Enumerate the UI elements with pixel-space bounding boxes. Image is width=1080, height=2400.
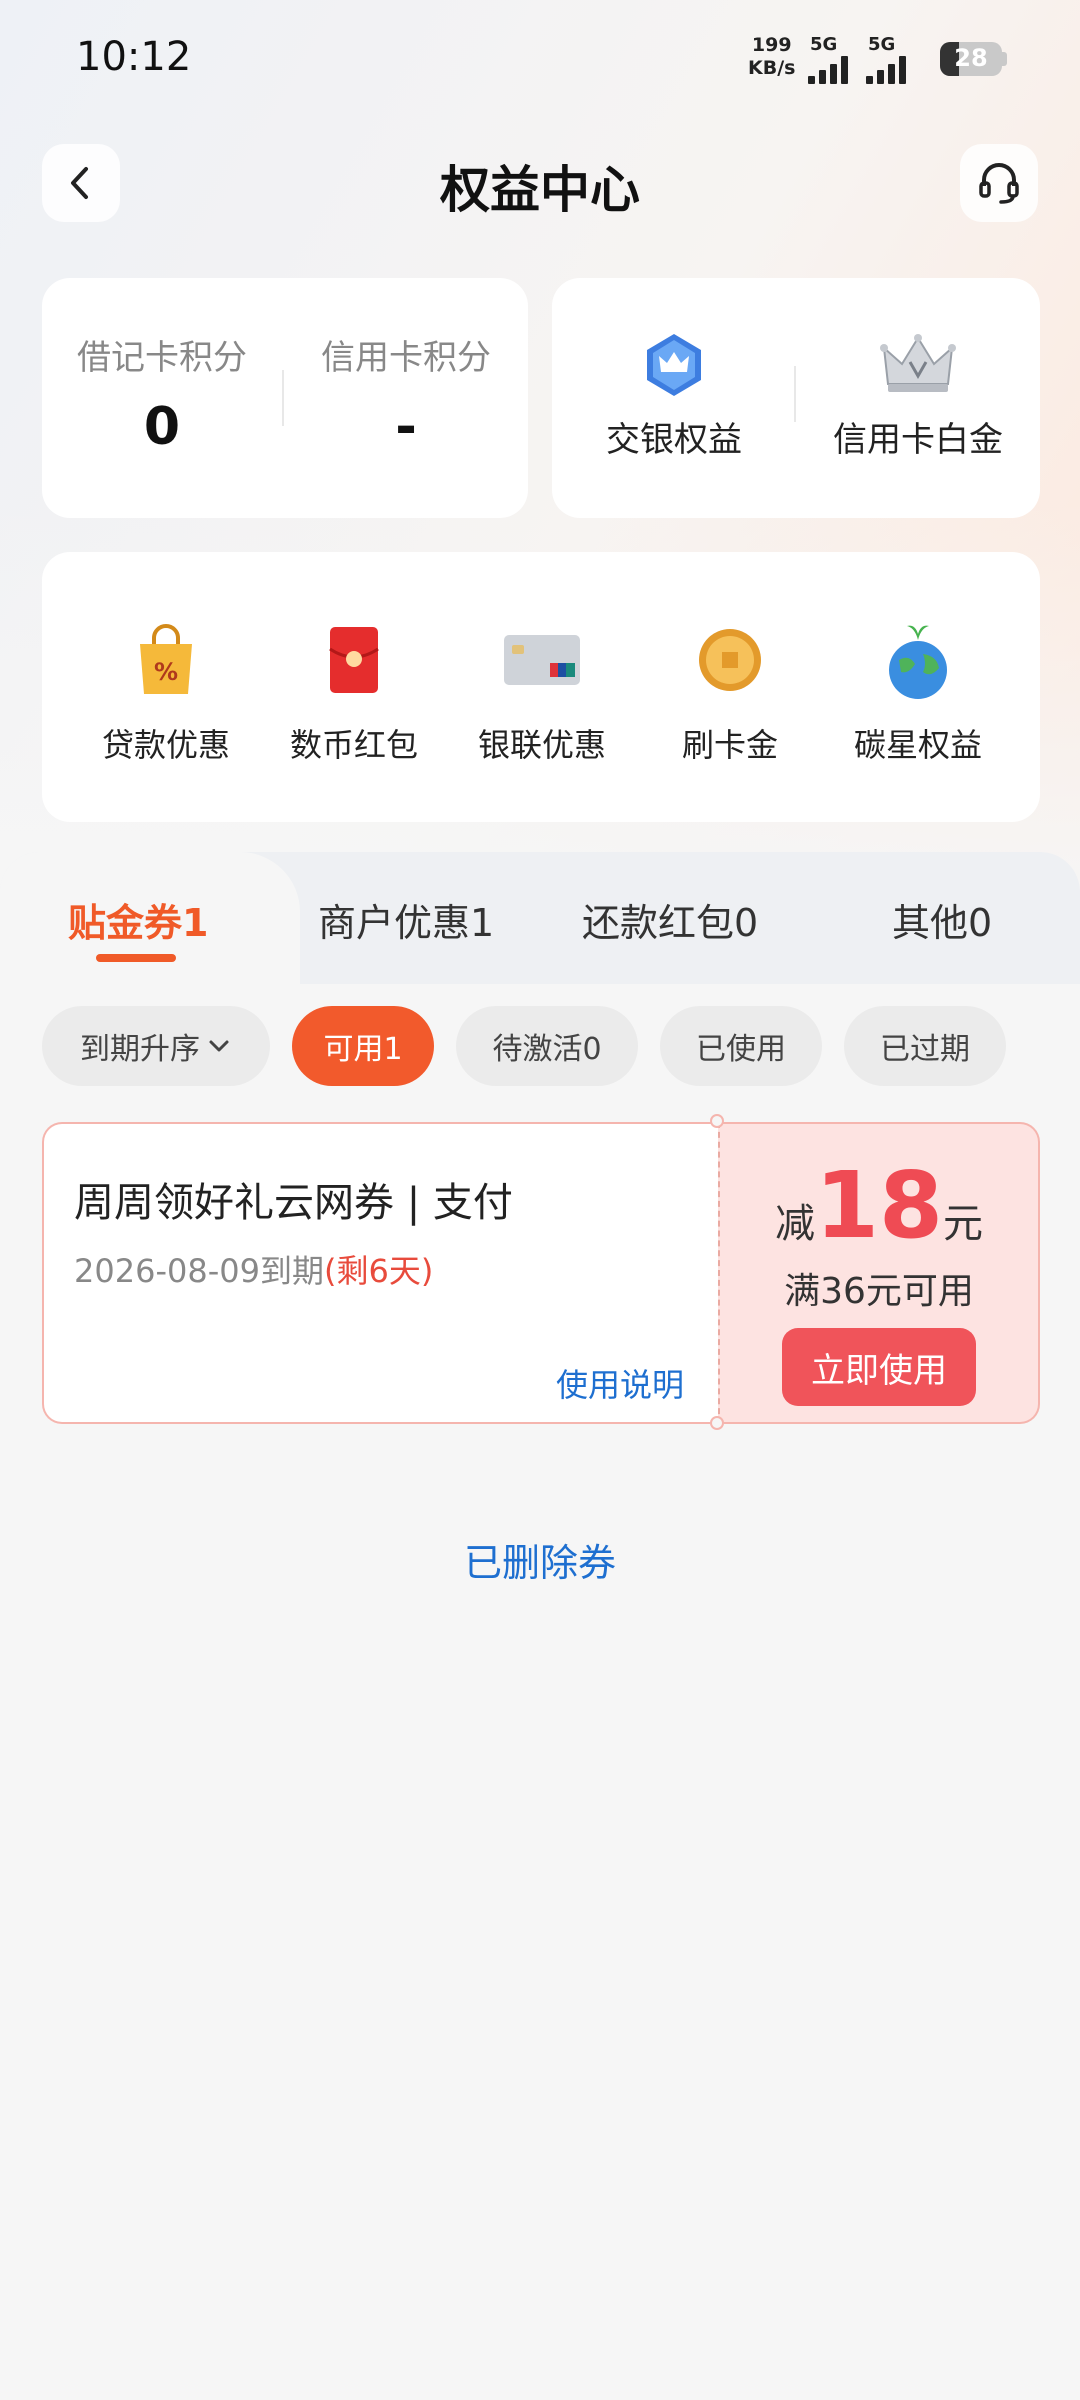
quick-link-label: 贷款优惠 <box>101 726 230 764</box>
coupon-condition: 满36元可用 <box>784 1271 974 1312</box>
debit-points[interactable]: 借记卡积分 0 <box>62 330 262 457</box>
platinum-crown-icon <box>880 334 956 392</box>
quick-link-label: 碳星权益 <box>853 726 982 764</box>
coupon-expiry: 2026-08-09到期(剩6天) <box>74 1246 433 1292</box>
amount-prefix: 减 <box>774 1201 815 1247</box>
discount-bag-icon: % <box>140 624 192 694</box>
coupon-notch <box>710 1114 724 1128</box>
divider <box>794 366 796 422</box>
signal-label-2: 5G <box>868 34 896 55</box>
battery-icon: 28 <box>940 42 1002 76</box>
amount-unit: 元 <box>943 1201 984 1247</box>
battery-level: 28 <box>954 44 988 72</box>
headset-icon <box>979 163 1019 204</box>
customer-service-button[interactable] <box>960 144 1038 222</box>
quick-link-label: 数币红包 <box>289 726 418 764</box>
tab-repayment-red-envelope[interactable]: 还款红包0 <box>582 892 758 947</box>
amount-value: 18 <box>814 1152 944 1259</box>
debit-points-value: 0 <box>143 397 181 457</box>
coupon-notch <box>710 1416 724 1430</box>
battery-tip <box>1002 52 1007 66</box>
quick-link-label: 刷卡金 <box>681 726 778 764</box>
network-speed-unit: KB/s <box>748 57 796 79</box>
signal-icon: 5G <box>808 34 848 84</box>
quick-link-digital-red-envelope[interactable]: 数币红包 <box>260 620 448 766</box>
filter-available[interactable]: 可用1 <box>292 1006 434 1086</box>
chevron-down-icon <box>209 1040 229 1052</box>
page-title: 权益中心 <box>440 161 640 219</box>
benefit-item[interactable]: 信用卡白金 <box>814 330 1022 461</box>
quick-link-unionpay[interactable]: 银联优惠 <box>448 620 636 766</box>
tab-active-indicator <box>96 954 176 962</box>
signal-icon-2: 5G <box>866 34 906 84</box>
quick-link-label: 银联优惠 <box>477 726 606 764</box>
earth-plant-icon <box>889 625 947 699</box>
credit-points[interactable]: 信用卡积分 - <box>306 330 506 457</box>
use-now-button[interactable]: 立即使用 <box>782 1328 976 1406</box>
svg-text:%: % <box>154 658 178 686</box>
tab-merchant-offers[interactable]: 商户优惠1 <box>318 892 494 947</box>
network-speed-value: 199 <box>751 34 792 56</box>
quick-link-card-gold[interactable]: 刷卡金 <box>636 620 824 766</box>
deleted-coupons-link[interactable]: 已删除券 <box>0 1532 1080 1587</box>
red-envelope-icon <box>329 627 379 693</box>
sort-dropdown[interactable]: 到期升序 <box>42 1006 270 1086</box>
sort-label: 到期升序 <box>80 1032 200 1067</box>
coupon-remaining-days: (剩6天) <box>323 1252 434 1290</box>
status-time: 10:12 <box>76 34 192 80</box>
benefit-label: 交银权益 <box>606 420 742 460</box>
coupon-expiry-date: 2026-08-09到期 <box>74 1252 324 1290</box>
unionpay-card-icon <box>504 635 580 685</box>
network-speed: 199 KB/s <box>748 34 795 80</box>
tab-gold-coupons[interactable]: 贴金券1 <box>68 892 208 947</box>
gold-coin-icon <box>699 629 761 691</box>
quick-link-loan[interactable]: % 贷款优惠 <box>72 620 260 766</box>
benefit-item[interactable]: 交银权益 <box>574 330 774 461</box>
divider <box>282 370 284 426</box>
debit-points-label: 借记卡积分 <box>77 338 247 378</box>
crown-badge-icon <box>647 334 701 396</box>
usage-instructions-link[interactable]: 使用说明 <box>556 1360 684 1406</box>
coupon-title: 周周领好礼云网券 | 支付 <box>74 1180 513 1226</box>
benefit-label: 信用卡白金 <box>833 420 1003 460</box>
filter-pending-activation[interactable]: 待激活0 <box>456 1006 638 1086</box>
quick-link-carbon-star[interactable]: 碳星权益 <box>824 620 1012 766</box>
quick-links-row: % 贷款优惠 数币红包 银联优惠 刷卡金 碳星权益 <box>72 620 1012 766</box>
filter-used[interactable]: 已使用 <box>660 1006 822 1086</box>
filter-expired[interactable]: 已过期 <box>844 1006 1006 1086</box>
signal-label: 5G <box>810 34 838 55</box>
coupon-amount: 减18元 <box>718 1152 1040 1259</box>
tab-other[interactable]: 其他0 <box>892 892 992 947</box>
credit-points-value: - <box>395 397 417 457</box>
credit-points-label: 信用卡积分 <box>321 338 491 378</box>
